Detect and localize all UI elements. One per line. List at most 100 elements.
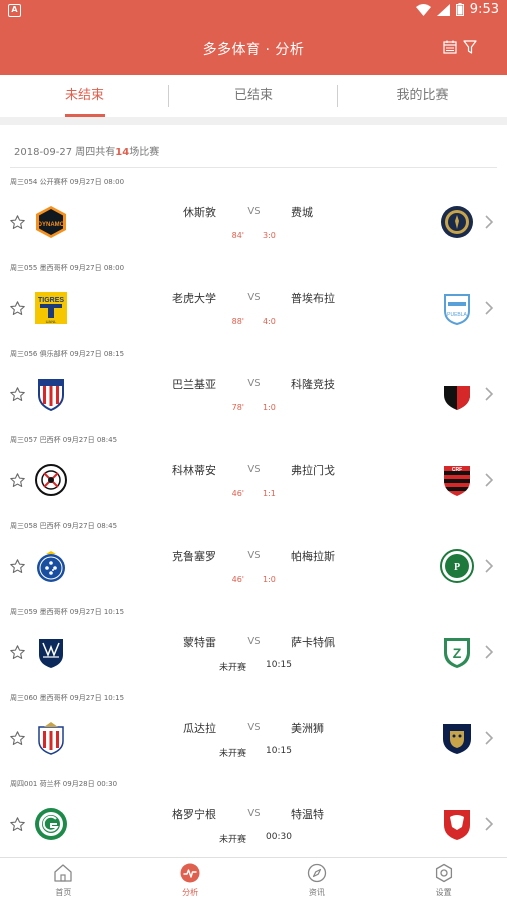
chevron-right-icon[interactable] [483,644,495,660]
battery-icon [455,3,464,16]
match-minute: 84' [231,231,244,240]
away-team: 美洲狮 [291,722,324,735]
match-meta: 周三057 巴西杯 09月27日 08:45 [10,436,118,444]
away-team: 科隆竞技 [291,378,335,391]
nav-home[interactable]: 首页 [0,858,127,902]
match-meta: 周三058 巴西杯 09月27日 08:45 [10,522,118,530]
date-header: 2018-09-27 周四共有14场比赛 [0,125,507,168]
away-team: 费城 [291,206,313,219]
home-team: 科林蒂安 [172,464,216,477]
chevron-right-icon[interactable] [483,558,495,574]
svg-text:TIGRES: TIGRES [38,297,64,304]
vs-label: VS [247,464,261,475]
union-crest-icon [440,205,474,239]
filter-icon[interactable] [463,39,481,57]
chevron-right-icon[interactable] [483,214,495,230]
star-icon[interactable] [9,644,26,661]
match-count: 14 [115,147,130,158]
corinthians-crest-icon [34,463,68,497]
chevron-right-icon[interactable] [483,300,495,316]
home-team: 蒙特雷 [183,636,216,649]
nav-news[interactable]: 资讯 [254,858,381,902]
monterrey-crest-icon [34,635,68,669]
calendar-icon[interactable] [443,39,461,57]
star-icon[interactable] [9,816,26,833]
palmeiras-crest-icon: P [440,549,474,583]
nav-label: 资讯 [308,888,325,897]
star-icon[interactable] [9,386,26,403]
tab-finished[interactable]: 已结束 [169,75,338,117]
star-icon[interactable] [9,214,26,231]
match-meta: 周三060 墨西哥杯 09月27日 10:15 [10,694,125,702]
tab-my-matches[interactable]: 我的比赛 [338,75,507,117]
match-row[interactable]: 周四001 荷兰杯 09月28日 00:30 格罗宁根 VS 特温特 未开赛 0… [0,770,507,856]
vs-label: VS [247,206,261,217]
nav-analysis[interactable]: 分析 [127,858,254,902]
match-row[interactable]: 周三054 公开赛杯 09月27日 08:00 DYNAMO 休斯敦 VS 费城… [0,168,507,254]
tab-bar: 未结束 已结束 我的比赛 [0,75,507,117]
home-icon [53,863,73,883]
nav-label: 首页 [55,888,72,897]
puebla-crest-icon: PUEBLA [440,291,474,326]
cruzeiro-crest-icon [34,549,68,583]
star-icon[interactable] [9,300,26,317]
chevron-right-icon[interactable] [483,816,495,832]
vs-label: VS [247,292,261,303]
vs-label: VS [247,722,261,733]
match-row[interactable]: 周三060 墨西哥杯 09月27日 10:15 瓜达拉 VS 美洲狮 未开赛 1… [0,684,507,770]
dynamo-crest-icon: DYNAMO [34,205,68,239]
page-title: 多多体育 · 分析 [202,42,305,58]
analysis-icon [180,863,200,883]
star-icon[interactable] [9,472,26,489]
vs-label: VS [247,808,261,819]
svg-text:UANL: UANL [46,319,57,324]
match-row[interactable]: 周三058 巴西杯 09月27日 08:45 克鲁塞罗 VS 帕梅拉斯 46' … [0,512,507,598]
match-status: 未开赛 [218,663,246,673]
kickoff-time: 10:15 [266,746,292,756]
match-row[interactable]: 周三055 墨西哥杯 09月27日 08:00 TIGRES UANL 老虎大学 … [0,254,507,340]
status-bar: A 9:53 [0,0,507,22]
svg-text:Z: Z [453,645,462,661]
tigres-crest-icon: TIGRES UANL [34,291,68,325]
match-row[interactable]: 周三057 巴西杯 09月27日 08:45 科林蒂安 VS 弗拉门戈 46' … [0,426,507,512]
section-gap [0,117,507,125]
match-status: 未开赛 [218,835,246,845]
match-minute: 46' [231,575,244,584]
star-icon[interactable] [9,558,26,575]
match-meta: 周三055 墨西哥杯 09月27日 08:00 [10,264,125,272]
kickoff-time: 10:15 [266,660,292,670]
settings-icon [434,863,454,883]
status-time: 9:53 [469,2,499,17]
match-list: 周三054 公开赛杯 09月27日 08:00 DYNAMO 休斯敦 VS 费城… [0,168,507,856]
tab-label: 未结束 [64,88,104,103]
flamengo-crest-icon: CRF [440,463,474,497]
match-status: 未开赛 [218,749,246,759]
tab-unfinished[interactable]: 未结束 [0,75,169,117]
nav-label: 设置 [435,888,452,897]
chevron-right-icon[interactable] [483,386,495,402]
kickoff-time: 00:30 [266,832,292,842]
bottom-nav: 首页 分析 资讯 设置 [0,857,507,902]
match-score: 1:0 [263,575,276,584]
away-team: 普埃布拉 [291,292,335,305]
home-team: 老虎大学 [172,292,216,305]
vs-label: VS [247,378,261,389]
nav-settings[interactable]: 设置 [380,858,507,902]
match-row[interactable]: 周三056 俱乐部杯 09月27日 08:15 巴兰基亚 VS 科隆竞技 78'… [0,340,507,426]
chevron-right-icon[interactable] [483,730,495,746]
signal-icon [436,3,450,16]
away-team: 萨卡特佩 [291,636,335,649]
tab-label: 我的比赛 [396,88,449,103]
wifi-icon [415,3,431,16]
zacatepec-crest-icon: Z [440,635,474,669]
match-row[interactable]: 周三059 墨西哥杯 09月27日 10:15 蒙特雷 VS 萨卡特佩 未开赛 … [0,598,507,684]
nav-label: 分析 [182,888,199,897]
chevron-right-icon[interactable] [483,472,495,488]
twente-crest-icon [440,807,474,841]
home-team: 克鲁塞罗 [172,550,216,563]
match-meta: 周三054 公开赛杯 09月27日 08:00 [10,178,125,186]
home-team: 格罗宁根 [172,808,216,821]
date-summary: 2018-09-27 周四共有14场比赛 [14,147,160,158]
vs-label: VS [247,636,261,647]
star-icon[interactable] [9,730,26,747]
